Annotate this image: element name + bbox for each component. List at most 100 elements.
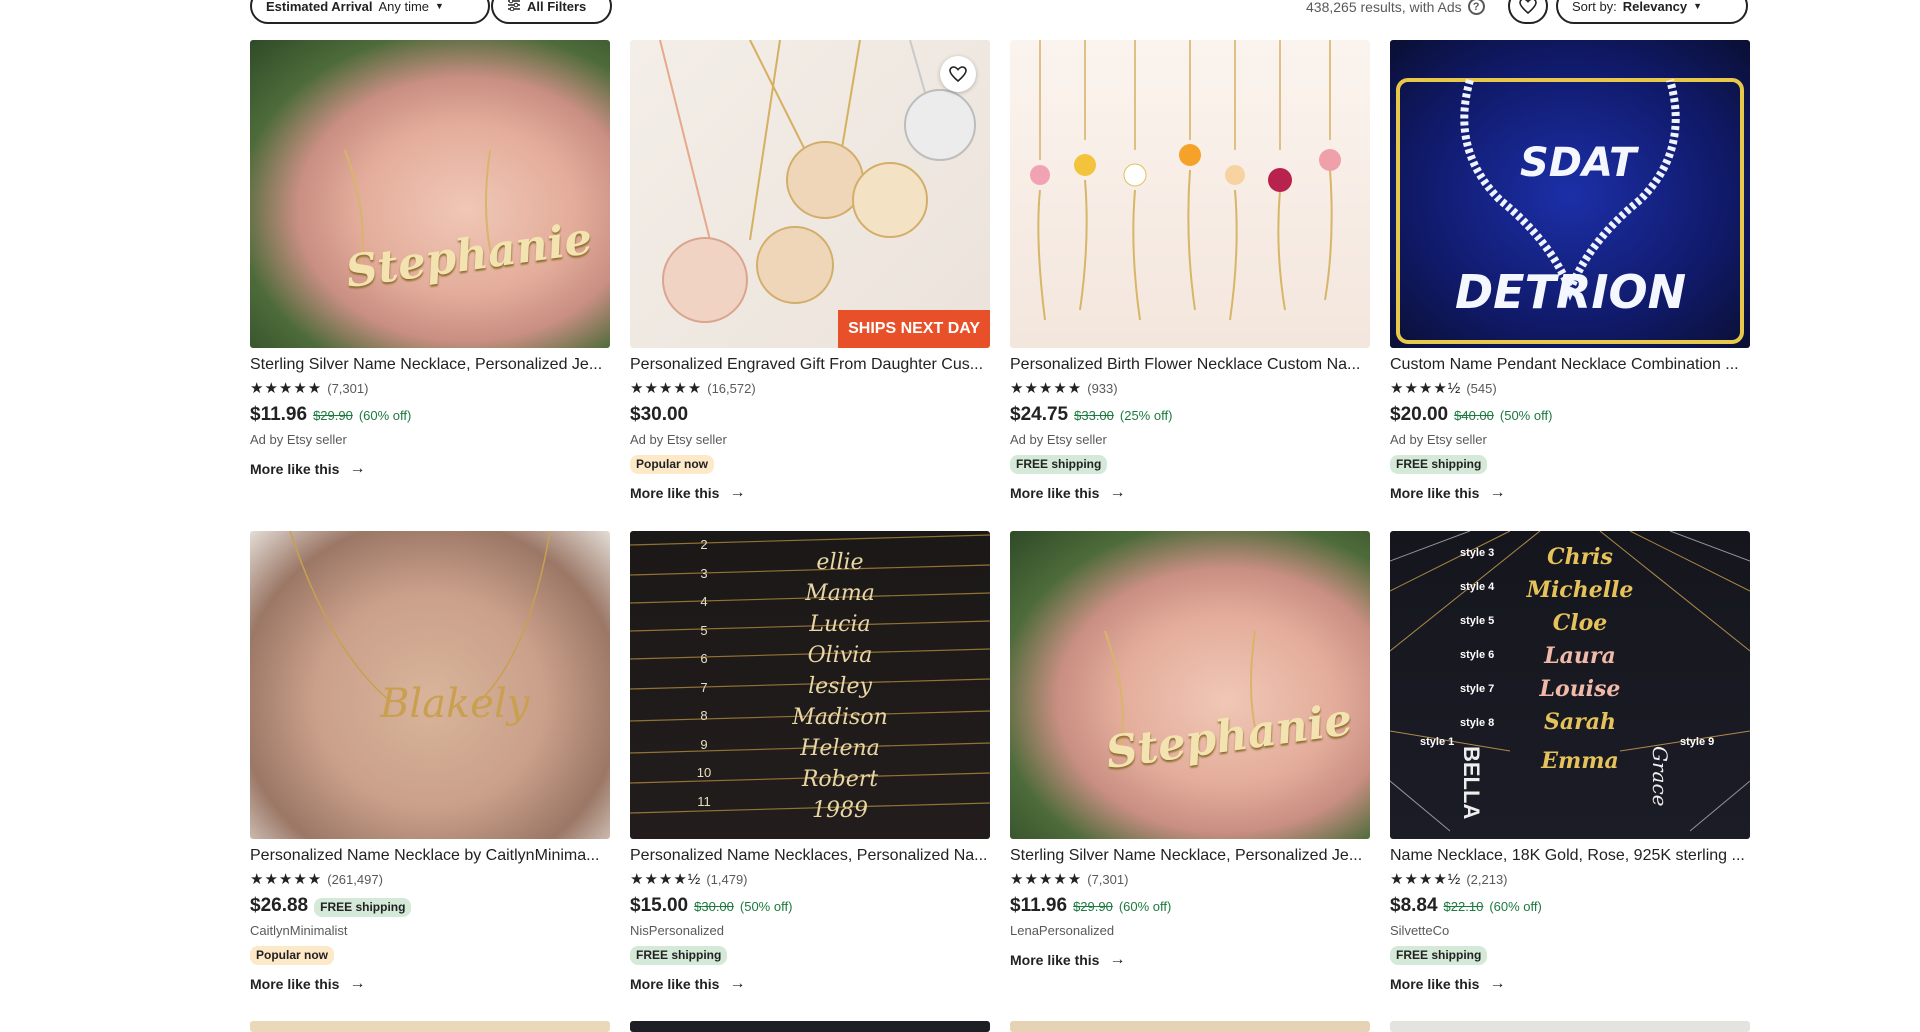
estimated-arrival-filter[interactable]: Estimated Arrival Any time ▼	[250, 0, 490, 24]
more-like-this-link[interactable]: More like this →	[1390, 974, 1750, 994]
star-rating: ★★★★★	[1010, 871, 1083, 888]
style-label: style 8	[1460, 717, 1495, 729]
listing-image[interactable]	[1010, 40, 1370, 348]
style-label: style 7	[1460, 683, 1495, 695]
more-like-this-link[interactable]: More like this →	[250, 974, 610, 994]
image-names-column: Chris Michelle Cloe Laura Louise Sarah E…	[1520, 541, 1640, 778]
seller-name[interactable]: NisPersonalized	[630, 923, 990, 941]
sort-dropdown[interactable]: Sort by: Relevancy ▼	[1556, 0, 1748, 24]
seller-name[interactable]: SilvetteCo	[1390, 923, 1750, 941]
results-count: 438,265 results, with Ads ?	[1306, 0, 1485, 15]
listing-image[interactable]: Stephanie	[1010, 531, 1370, 839]
style-number: 7	[700, 679, 708, 695]
listing-card[interactable]: style 3 style 4 style 5 style 6 style 7 …	[1390, 531, 1750, 994]
arrow-right-icon: →	[349, 460, 366, 477]
original-price: $30.00	[694, 899, 734, 914]
more-like-this-label: More like this	[1390, 485, 1480, 501]
image-name-text: Mama	[805, 581, 875, 606]
free-shipping-badge: FREE shipping	[314, 897, 412, 917]
listing-title[interactable]: Personalized Name Necklace by CaitlynMin…	[250, 846, 610, 866]
more-like-this-label: More like this	[250, 461, 340, 477]
listing-image[interactable]: Stephanie	[250, 40, 610, 348]
discount: (50% off)	[1499, 408, 1553, 423]
listing-image[interactable]: SDAT DETRION	[1390, 40, 1750, 348]
review-count: (1,479)	[706, 871, 748, 887]
more-like-this-link[interactable]: More like this →	[630, 483, 990, 503]
listing-title[interactable]: Sterling Silver Name Necklace, Personali…	[1010, 846, 1370, 866]
listing-image[interactable]: Blakely	[250, 531, 610, 839]
image-name-text: Michelle	[1526, 577, 1634, 603]
style-number: 9	[700, 736, 708, 752]
listing-card[interactable]: SDAT DETRION Custom Name Pendant Necklac…	[1390, 40, 1750, 503]
popular-now-badge: Popular now	[630, 455, 714, 474]
image-name-text: Olivia	[807, 643, 873, 668]
listing-card[interactable]: Personalized Birth Flower Necklace Custo…	[1010, 40, 1370, 503]
help-icon[interactable]: ?	[1467, 0, 1485, 15]
sale-price: $8.84	[1390, 895, 1438, 916]
star-rating: ★★★★½	[1390, 871, 1462, 888]
listing-card[interactable]: Blakely Personalized Name Necklace by Ca…	[250, 531, 610, 994]
image-text-bottom: DETRION	[1455, 265, 1687, 319]
style-number: 2	[700, 537, 708, 552]
favorite-button[interactable]	[940, 56, 976, 92]
review-count: (261,497)	[327, 871, 383, 887]
listing-title[interactable]: Custom Name Pendant Necklace Combination…	[1390, 355, 1750, 375]
rating: ★★★★★ (261,497)	[250, 869, 610, 889]
style-number: 3	[700, 565, 708, 581]
listing-image[interactable]: SHIPS NEXT DAY	[630, 40, 990, 348]
flower-necklaces-graphic	[1030, 40, 1341, 321]
listing-image-partial[interactable]	[630, 1021, 990, 1032]
sale-price: $24.75	[1010, 404, 1069, 425]
listing-card[interactable]: Stephanie Sterling Silver Name Necklace,…	[1010, 531, 1370, 970]
listing-image[interactable]: style 3 style 4 style 5 style 6 style 7 …	[1390, 531, 1750, 839]
rating: ★★★★★ (7,301)	[1010, 869, 1370, 889]
discount: (60% off)	[358, 408, 412, 423]
listing-title[interactable]: Personalized Birth Flower Necklace Custo…	[1010, 355, 1370, 375]
review-count: (2,213)	[1466, 871, 1508, 887]
more-like-this-link[interactable]: More like this →	[1010, 950, 1370, 970]
image-text-top: SDAT	[1520, 140, 1637, 186]
image-name-text: Robert	[801, 767, 879, 792]
rating: ★★★★½ (545)	[1390, 378, 1750, 398]
sale-price: $26.88	[250, 895, 309, 916]
image-name-text: Helena	[800, 736, 880, 761]
style-number: 4	[700, 594, 708, 609]
free-shipping-badge: FREE shipping	[1390, 455, 1488, 474]
listing-card[interactable]: Stephanie Sterling Silver Name Necklace,…	[250, 40, 610, 479]
style-number: 5	[700, 622, 708, 638]
style-number: 8	[700, 708, 708, 723]
all-filters-button[interactable]: All Filters	[491, 0, 612, 24]
listing-image-partial[interactable]	[1390, 1021, 1750, 1032]
image-name-text: Sarah	[1544, 709, 1616, 735]
more-like-this-link[interactable]: More like this →	[250, 459, 610, 479]
review-count: (16,572)	[707, 380, 756, 396]
arrow-right-icon: →	[1109, 484, 1126, 501]
more-like-this-label: More like this	[630, 485, 720, 501]
sale-price: $15.00	[630, 895, 689, 916]
sort-value: Relevancy	[1622, 0, 1688, 14]
listing-card[interactable]: 2 3 4 5 6 7 8 9 10 11 ellie Mama Lucia O…	[630, 531, 990, 994]
price-row: $11.96 $29.90 (60% off)	[1010, 895, 1370, 919]
more-like-this-link[interactable]: More like this →	[1010, 483, 1370, 503]
arrow-right-icon: →	[1489, 975, 1506, 992]
more-like-this-link[interactable]: More like this →	[630, 974, 990, 994]
original-price: $29.90	[1073, 899, 1113, 914]
listing-image[interactable]: 2 3 4 5 6 7 8 9 10 11 ellie Mama Lucia O…	[630, 531, 990, 839]
arrow-right-icon: →	[729, 975, 746, 992]
listing-title[interactable]: Personalized Engraved Gift From Daughter…	[630, 355, 990, 375]
image-name-text: Laura	[1544, 643, 1616, 669]
listing-card[interactable]: SHIPS NEXT DAY Personalized Engraved Gif…	[630, 40, 990, 503]
price-row: $26.88 FREE shipping	[250, 895, 610, 919]
listing-title[interactable]: Name Necklace, 18K Gold, Rose, 925K ster…	[1390, 846, 1750, 866]
star-rating: ★★★★★	[1010, 380, 1083, 397]
seller-name[interactable]: LenaPersonalized	[1010, 923, 1370, 941]
more-like-this-link[interactable]: More like this →	[1390, 483, 1750, 503]
original-price: $29.90	[313, 408, 353, 423]
review-count: (545)	[1466, 380, 1497, 396]
listing-image-partial[interactable]	[1010, 1021, 1370, 1032]
discount: (60% off)	[1118, 899, 1172, 914]
seller-name[interactable]: CaitlynMinimalist	[250, 923, 610, 941]
listing-title[interactable]: Personalized Name Necklaces, Personalize…	[630, 846, 990, 866]
listing-image-partial[interactable]	[250, 1021, 610, 1032]
listing-title[interactable]: Sterling Silver Name Necklace, Personali…	[250, 355, 610, 375]
